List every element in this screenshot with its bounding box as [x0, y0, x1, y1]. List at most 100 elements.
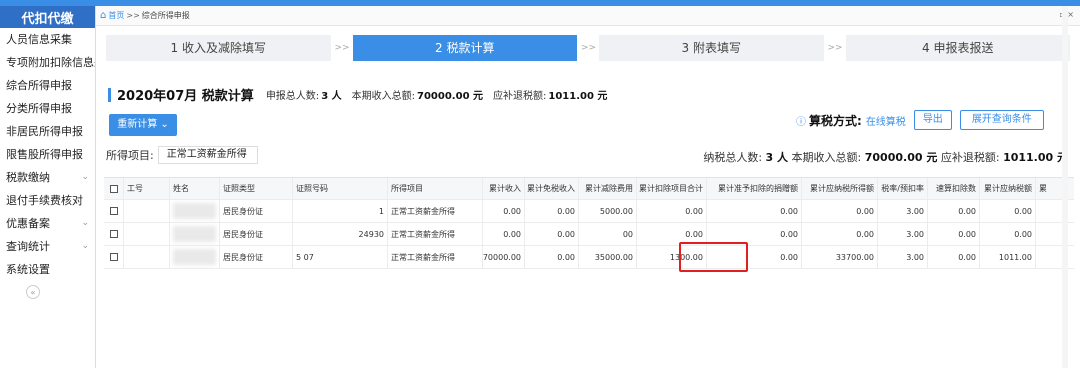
col-header: 累计准予扣除的捐赠额 [707, 178, 802, 199]
name-cell-redacted [170, 246, 220, 268]
exempt-cell: 0.00 [525, 246, 579, 268]
id-no-cell: 1 [293, 200, 388, 222]
overflow-cell [1036, 223, 1050, 245]
sidebar-item-label: 限售股所得申报 [6, 148, 83, 161]
income-item-cell: 正常工资薪金所得 [388, 246, 483, 268]
quick-deduct-cell: 0.00 [928, 246, 980, 268]
step-separator-icon: >> [827, 43, 843, 53]
export-button[interactable]: 导出 [913, 110, 952, 130]
id-type-cell: 居民身份证 [220, 200, 293, 222]
sidebar-item-query[interactable]: 查询统计 ⌄ [0, 235, 95, 258]
rate-cell: 3.00 [878, 200, 928, 222]
col-header: 证照号码 [293, 178, 388, 199]
table-row[interactable]: 居民身份证 1 正常工资薪金所得 0.00 0.00 5000.00 0.00 … [104, 200, 1074, 223]
tax-cell: 0.00 [980, 223, 1036, 245]
step-income-deduction[interactable]: 1 收入及减除填写 [106, 35, 331, 61]
row-checkbox[interactable] [104, 223, 124, 245]
sidebar-item-comprehensive[interactable]: 综合所得申报 [0, 74, 95, 97]
calc-mode-label: 算税方式: [809, 113, 862, 128]
taxable-cell: 0.00 [802, 223, 878, 245]
tax-cell: 0.00 [980, 200, 1036, 222]
step-tax-calculation[interactable]: 2 税款计算 [352, 35, 577, 61]
table-row[interactable]: 居民身份证 5 07 正常工资薪金所得 70000.00 0.00 35000.… [104, 246, 1074, 269]
calc-mode-bar: ⓘ 算税方式: 在线算税 导出 展开查询条件 [796, 110, 1044, 130]
sidebar-item-label: 优惠备案 [6, 217, 50, 230]
col-header: 累计免税收入 [525, 178, 579, 199]
declare-people-value: 3 人 [321, 91, 342, 102]
sidebar-item-special-deduction[interactable]: 专项附加扣除信息采 [0, 51, 95, 74]
summary-income-label: 本期收入总额: [791, 151, 862, 164]
col-header: 证照类型 [220, 178, 293, 199]
sidebar: 代扣代缴 人员信息采集 专项附加扣除信息采 综合所得申报 分类所得申报 非居民所… [0, 6, 96, 368]
table-row[interactable]: 居民身份证 24930 正常工资薪金所得 0.00 0.00 00 0.00 0… [104, 223, 1074, 246]
refund-label: 应补退税额: [493, 91, 547, 102]
emp-no-cell [124, 223, 170, 245]
breadcrumb-home-link[interactable]: 首页 [108, 10, 124, 21]
id-no-cell: 24930 [293, 223, 388, 245]
taxable-cell: 33700.00 [802, 246, 878, 268]
sidebar-item-refund-fee[interactable]: 退付手续费核对 [0, 189, 95, 212]
step-submit[interactable]: 4 申报表报送 [845, 35, 1070, 61]
id-no-cell: 5 07 [293, 246, 388, 268]
summary-refund-value: 1011.00 元 [1003, 151, 1068, 164]
emp-no-cell [124, 246, 170, 268]
deduct-cell: 5000.00 [579, 200, 637, 222]
col-header: 所得项目 [388, 178, 483, 199]
summary-income-value: 70000.00 元 [864, 151, 938, 164]
row-checkbox[interactable] [104, 200, 124, 222]
sidebar-item-label: 查询统计 [6, 240, 50, 253]
chevron-down-icon: ⌄ [81, 218, 89, 228]
sidebar-item-label: 系统设置 [6, 263, 50, 276]
income-item-select[interactable]: 正常工资薪金所得 [157, 146, 258, 164]
calc-mode-value[interactable]: 在线算税 [866, 113, 906, 128]
table-header: 工号 姓名 证照类型 证照号码 所得项目 累计收入 累计免税收入 累计减除费用 … [104, 178, 1074, 200]
tax-table: 工号 姓名 证照类型 证照号码 所得项目 累计收入 累计免税收入 累计减除费用 … [104, 177, 1074, 269]
overflow-cell [1036, 246, 1050, 268]
sidebar-nav: 人员信息采集 专项附加扣除信息采 综合所得申报 分类所得申报 非居民所得申报 限… [0, 28, 95, 281]
income-item-cell: 正常工资薪金所得 [388, 200, 483, 222]
select-all-checkbox[interactable] [104, 178, 124, 199]
col-header: 累计减除费用 [579, 178, 637, 199]
chevron-down-icon: ⌄ [81, 241, 89, 251]
page-header: 2020年07月 税款计算 申报总人数: 3 人 本期收入总额: 70000.0… [108, 85, 617, 104]
declare-people-label: 申报总人数: [265, 91, 320, 102]
rate-cell: 3.00 [878, 246, 928, 268]
sidebar-item-nonresident[interactable]: 非居民所得申报 [0, 120, 95, 143]
income-cell: 70000.00 [483, 246, 525, 268]
sidebar-item-label: 退付手续费核对 [6, 194, 83, 207]
deduct-cell: 35000.00 [579, 246, 637, 268]
deduct-cell: 00 [579, 223, 637, 245]
wizard-steps: 1 收入及减除填写 >> 2 税款计算 >> 3 附表填写 >> 4 申报表报送 [106, 35, 1070, 61]
sidebar-item-tax-payment[interactable]: 税款缴纳 ⌄ [0, 166, 95, 189]
id-type-cell: 居民身份证 [220, 246, 293, 268]
summary-taxpayers-value: 3 人 [765, 151, 789, 164]
name-cell-redacted [170, 223, 220, 245]
sidebar-item-settings[interactable]: 系统设置 [0, 258, 95, 281]
collapse-sidebar-icon[interactable]: « [26, 285, 40, 299]
sidebar-item-restricted-stock[interactable]: 限售股所得申报 [0, 143, 95, 166]
expand-query-button[interactable]: 展开查询条件 [959, 110, 1044, 130]
row-checkbox[interactable] [104, 246, 124, 268]
exempt-cell: 0.00 [525, 223, 579, 245]
col-header: 工号 [124, 178, 170, 199]
sidebar-item-preference[interactable]: 优惠备案 ⌄ [0, 212, 95, 235]
home-icon[interactable]: ⌂ [100, 10, 106, 21]
emp-no-cell [124, 200, 170, 222]
main-content: ⌂ 首页 >> 综合所得申报 ▫ × 1 收入及减除填写 >> 2 税款计算 >… [96, 6, 1080, 368]
page-title: 2020年07月 税款计算 [117, 89, 254, 104]
sidebar-item-label: 专项附加扣除信息采 [6, 56, 95, 69]
col-header: 累计扣除项目合计 [637, 178, 707, 199]
sidebar-item-label: 人员信息采集 [6, 33, 72, 46]
sidebar-item-classified[interactable]: 分类所得申报 [0, 97, 95, 120]
info-icon: ⓘ [796, 116, 806, 128]
sidebar-item-personnel[interactable]: 人员信息采集 [0, 28, 95, 51]
sidebar-item-label: 税款缴纳 [6, 171, 50, 184]
breadcrumb-separator: >> [126, 11, 140, 20]
col-header: 速算扣除数 [928, 178, 980, 199]
recalculate-button[interactable]: 重新计算 ⌄ [109, 114, 177, 136]
breadcrumb: ⌂ 首页 >> 综合所得申报 ▫ × [96, 6, 1080, 26]
col-header: 税率/预扣率 [878, 178, 928, 199]
deduct-total-cell: 0.00 [637, 200, 707, 222]
vertical-scrollbar[interactable] [1062, 6, 1068, 368]
step-attachment[interactable]: 3 附表填写 [599, 35, 824, 61]
